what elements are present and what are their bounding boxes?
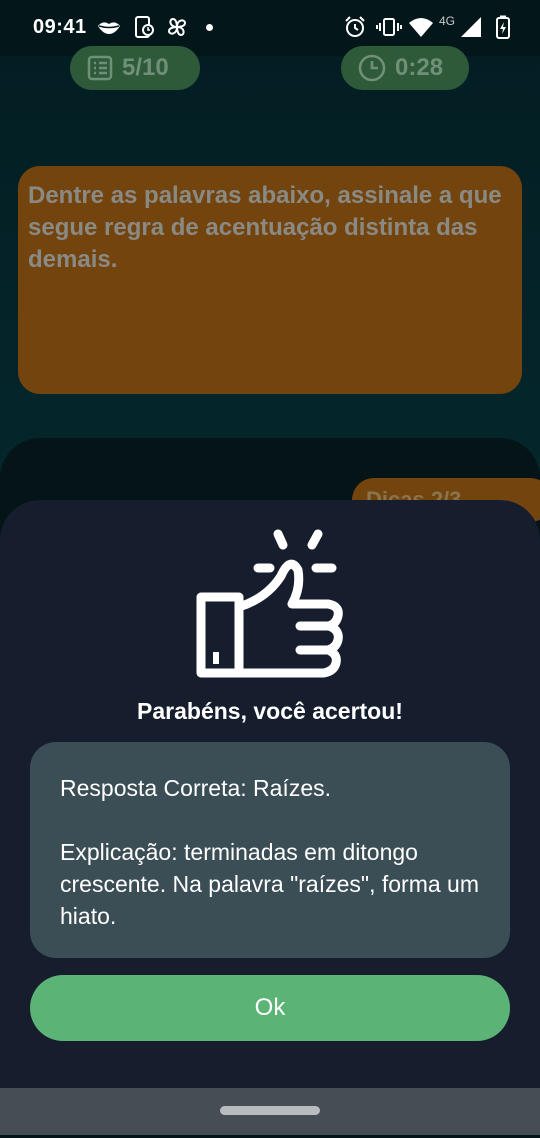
timer-pill: 0:28 bbox=[341, 46, 469, 90]
progress-label: 5/10 bbox=[122, 54, 169, 81]
home-gesture-handle[interactable] bbox=[220, 1106, 320, 1115]
alarm-icon bbox=[345, 16, 365, 37]
signal-icon bbox=[461, 17, 481, 37]
lips-icon bbox=[98, 22, 120, 34]
phone-clock-icon bbox=[135, 16, 154, 38]
battery-charging-icon bbox=[496, 15, 510, 39]
vibrate-icon bbox=[376, 18, 402, 36]
correct-answer-text: Resposta Correta: Raízes. bbox=[60, 775, 332, 801]
ok-button[interactable]: Ok bbox=[30, 975, 510, 1041]
pinwheel-icon bbox=[167, 17, 187, 37]
timer-label: 0:28 bbox=[395, 54, 444, 81]
navigation-bar bbox=[0, 1088, 540, 1135]
network-type: 4G bbox=[439, 14, 456, 28]
clock-icon bbox=[358, 54, 386, 82]
status-time: 09:41 bbox=[33, 16, 87, 38]
answer-explanation-box: Resposta Correta: Raízes. Explicação: te… bbox=[30, 742, 510, 958]
explanation-text: Explicação: terminadas em ditongo cresce… bbox=[60, 839, 479, 929]
list-icon bbox=[87, 55, 113, 81]
thumbs-up-icon bbox=[196, 529, 343, 678]
result-title: Parabéns, você acertou! bbox=[137, 698, 403, 724]
notification-dot bbox=[206, 24, 213, 31]
wifi-icon bbox=[409, 18, 433, 37]
question-card: Dentre as palavras abaixo, assinale a qu… bbox=[18, 166, 522, 394]
progress-pill: 5/10 bbox=[70, 46, 200, 90]
question-text: Dentre as palavras abaixo, assinale a qu… bbox=[28, 182, 502, 273]
